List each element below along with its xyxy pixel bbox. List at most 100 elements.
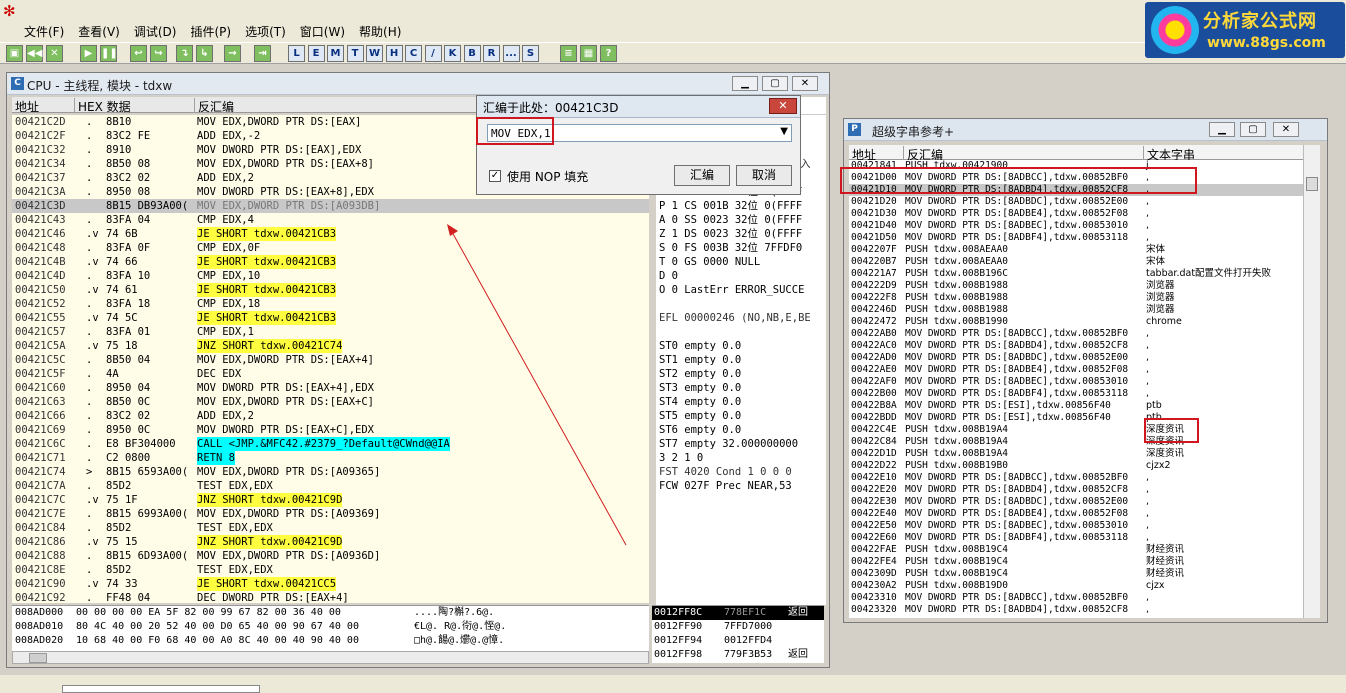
- strings-window-icon: P: [848, 123, 861, 136]
- strings-scroll-thumb[interactable]: [1306, 177, 1318, 191]
- string-text: chrome: [1146, 316, 1182, 327]
- string-row[interactable]: 00422B00 MOV DWORD PTR DS:[8ADBF4],tdxw.0…: [849, 388, 1303, 400]
- string-row[interactable]: 00421D30 MOV DWORD PTR DS:[8ADBE4],tdxw.0…: [849, 208, 1303, 220]
- string-row[interactable]: 00422BDD MOV DWORD PTR DS:[ESI],tdxw.0085…: [849, 412, 1303, 424]
- strings-col-disasm[interactable]: 反汇编: [903, 146, 943, 162]
- highlight-box-mov-rows: [840, 167, 1197, 194]
- string-row[interactable]: 004222D9 PUSH tdxw.008B1988 浏览器: [849, 280, 1303, 292]
- string-row[interactable]: 00422E10 MOV DWORD PTR DS:[8ADBCC],tdxw.0…: [849, 472, 1303, 484]
- string-text: 浏览器: [1146, 280, 1175, 291]
- string-address: 00422C84: [851, 436, 897, 447]
- strings-window-title: 超级字串参考+: [872, 125, 955, 139]
- string-address: 00422E50: [851, 520, 897, 531]
- string-row[interactable]: 00422B8A MOV DWORD PTR DS:[ESI],tdxw.0085…: [849, 400, 1303, 412]
- string-text: ,: [1146, 196, 1150, 207]
- string-row[interactable]: 00422E30 MOV DWORD PTR DS:[8ADBDC],tdxw.0…: [849, 496, 1303, 508]
- string-address: 00422D1D: [851, 448, 897, 459]
- string-row[interactable]: 00422AB0 MOV DWORD PTR DS:[8ADBCC],tdxw.0…: [849, 328, 1303, 340]
- string-row[interactable]: 00422AD0 MOV DWORD PTR DS:[8ADBDC],tdxw.0…: [849, 352, 1303, 364]
- string-text: ,: [1146, 208, 1150, 219]
- string-disasm: PUSH tdxw.008B1988: [905, 292, 1008, 303]
- string-row[interactable]: 00422C4E PUSH tdxw.008B19A4 深度资讯: [849, 424, 1303, 436]
- command-input[interactable]: [62, 685, 260, 693]
- string-row[interactable]: 00422FE4 PUSH tdxw.008B19C4 财经资讯: [849, 556, 1303, 568]
- string-text: ,: [1146, 520, 1150, 531]
- string-text: 浏览器: [1146, 292, 1175, 303]
- string-text: ,: [1146, 364, 1150, 375]
- string-address: 004221A7: [851, 268, 897, 279]
- string-text: 深度资讯: [1146, 448, 1185, 459]
- string-disasm: MOV DWORD PTR DS:[8ADBD4],tdxw.00852CF8: [905, 340, 1129, 351]
- string-address: 00422C4E: [851, 424, 897, 435]
- string-disasm: MOV DWORD PTR DS:[8ADBE4],tdxw.00852F08: [905, 208, 1129, 219]
- strings-maximize-button[interactable]: ▢: [1240, 122, 1266, 137]
- string-row[interactable]: 00422AC0 MOV DWORD PTR DS:[8ADBD4],tdxw.0…: [849, 340, 1303, 352]
- string-disasm: PUSH tdxw.008B19C4: [905, 544, 1008, 555]
- string-disasm: PUSH tdxw.008B19C4: [905, 556, 1008, 567]
- string-disasm: MOV DWORD PTR DS:[8ADBEC],tdxw.00853010: [905, 520, 1129, 531]
- string-row[interactable]: 004221A7 PUSH tdxw.008B196C tabbar.dat配置文件…: [849, 268, 1303, 280]
- string-row[interactable]: 0042207F PUSH tdxw.008AEAA0 宋体: [849, 244, 1303, 256]
- string-row[interactable]: 00422D1D PUSH tdxw.008B19A4 深度资讯: [849, 448, 1303, 460]
- string-row[interactable]: 00421D40 MOV DWORD PTR DS:[8ADBEC],tdxw.0…: [849, 220, 1303, 232]
- string-row[interactable]: 00422E40 MOV DWORD PTR DS:[8ADBE4],tdxw.0…: [849, 508, 1303, 520]
- string-address: 004230A2: [851, 580, 897, 591]
- string-row[interactable]: 0042246D PUSH tdxw.008B1988 浏览器: [849, 304, 1303, 316]
- string-disasm: PUSH tdxw.008B19A4: [905, 436, 1008, 447]
- strings-scrollbar[interactable]: [1303, 145, 1320, 618]
- string-text: 财经资讯: [1146, 556, 1185, 567]
- string-row[interactable]: 00422AE0 MOV DWORD PTR DS:[8ADBE4],tdxw.0…: [849, 364, 1303, 376]
- string-row[interactable]: 004230A2 PUSH tdxw.008B19D0 cjzx: [849, 580, 1303, 592]
- string-address: 00422472: [851, 316, 897, 327]
- string-row[interactable]: 004220B7 PUSH tdxw.008AEAA0 宋体: [849, 256, 1303, 268]
- strings-col-text[interactable]: 文本字串: [1143, 146, 1195, 162]
- string-row[interactable]: 00421D50 MOV DWORD PTR DS:[8ADBF4],tdxw.0…: [849, 232, 1303, 244]
- strings-close-button[interactable]: ✕: [1273, 122, 1299, 137]
- string-text: 财经资讯: [1146, 544, 1185, 555]
- string-disasm: PUSH tdxw.008B196C: [905, 268, 1008, 279]
- string-row[interactable]: 00423320 MOV DWORD PTR DS:[8ADBD4],tdxw.0…: [849, 604, 1303, 616]
- string-address: 00421D30: [851, 208, 897, 219]
- string-text: cjzx2: [1146, 460, 1171, 471]
- string-row[interactable]: 00422D22 PUSH tdxw.008B19B0 cjzx2: [849, 460, 1303, 472]
- string-row[interactable]: 00422472 PUSH tdxw.008B1990 chrome: [849, 316, 1303, 328]
- string-address: 00422AF0: [851, 376, 897, 387]
- string-text: ,: [1146, 232, 1150, 243]
- string-row[interactable]: 00423310 MOV DWORD PTR DS:[8ADBCC],tdxw.0…: [849, 592, 1303, 604]
- string-row[interactable]: 00422AF0 MOV DWORD PTR DS:[8ADBEC],tdxw.0…: [849, 376, 1303, 388]
- string-text: ,: [1146, 484, 1150, 495]
- string-row[interactable]: 00422E50 MOV DWORD PTR DS:[8ADBEC],tdxw.0…: [849, 520, 1303, 532]
- string-text: 浏览器: [1146, 304, 1175, 315]
- string-text: 宋体: [1146, 244, 1166, 255]
- string-text: ,: [1146, 472, 1150, 483]
- string-disasm: PUSH tdxw.008B19C4: [905, 568, 1008, 579]
- strings-list[interactable]: 00421841 PUSH tdxw.00421900 j 00421D00 MOV D…: [849, 160, 1303, 618]
- string-address: 00422AE0: [851, 364, 897, 375]
- string-disasm: PUSH tdxw.008B19A4: [905, 448, 1008, 459]
- string-disasm: PUSH tdxw.008AEAA0: [905, 256, 1008, 267]
- string-row[interactable]: 004222F8 PUSH tdxw.008B1988 浏览器: [849, 292, 1303, 304]
- string-text: ,: [1146, 328, 1150, 339]
- string-address: 00421D40: [851, 220, 897, 231]
- strings-col-address[interactable]: 地址: [849, 146, 876, 162]
- string-disasm: MOV DWORD PTR DS:[8ADBEC],tdxw.00853010: [905, 220, 1129, 231]
- string-address: 0042246D: [851, 304, 897, 315]
- string-row[interactable]: 00422C84 PUSH tdxw.008B19A4 深度资讯: [849, 436, 1303, 448]
- strings-minimize-button[interactable]: ▁: [1209, 122, 1235, 137]
- string-row[interactable]: 00421D20 MOV DWORD PTR DS:[8ADBDC],tdxw.0…: [849, 196, 1303, 208]
- string-disasm: MOV DWORD PTR DS:[8ADBCC],tdxw.00852BF0: [905, 472, 1129, 483]
- string-address: 00422FAE: [851, 544, 897, 555]
- string-row[interactable]: 00422E60 MOV DWORD PTR DS:[8ADBF4],tdxw.0…: [849, 532, 1303, 544]
- string-disasm: MOV DWORD PTR DS:[8ADBF4],tdxw.00853118: [905, 232, 1129, 243]
- string-disasm: PUSH tdxw.008B19D0: [905, 580, 1008, 591]
- string-row[interactable]: 0042309D PUSH tdxw.008B19C4 财经资讯: [849, 568, 1303, 580]
- string-text: 宋体: [1146, 256, 1166, 267]
- string-disasm: MOV DWORD PTR DS:[ESI],tdxw.00856F40: [905, 412, 1111, 423]
- string-text: ,: [1146, 352, 1150, 363]
- string-text: 财经资讯: [1146, 568, 1185, 579]
- string-disasm: MOV DWORD PTR DS:[8ADBDC],tdxw.00852E00: [905, 496, 1129, 507]
- string-text: tabbar.dat配置文件打开失败: [1146, 268, 1272, 279]
- string-address: 00422AB0: [851, 328, 897, 339]
- string-row[interactable]: 00422FAE PUSH tdxw.008B19C4 财经资讯: [849, 544, 1303, 556]
- string-row[interactable]: 00422E20 MOV DWORD PTR DS:[8ADBD4],tdxw.0…: [849, 484, 1303, 496]
